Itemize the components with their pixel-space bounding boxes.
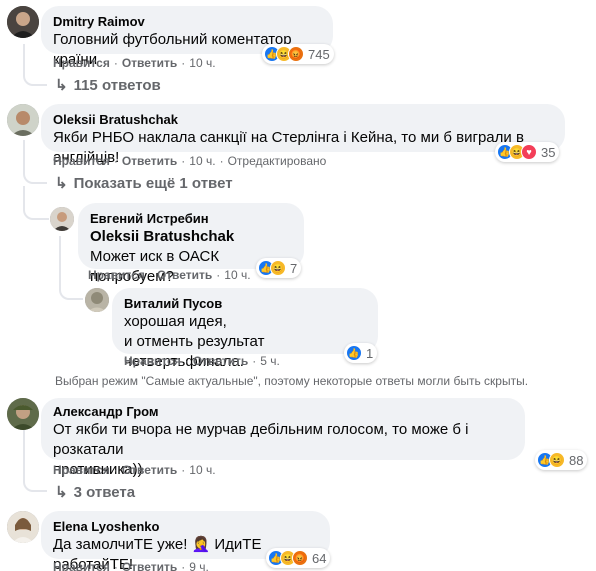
- comment-time[interactable]: 10 ч.: [224, 268, 250, 282]
- reaction-count: 745: [308, 46, 330, 62]
- comment-author[interactable]: Elena Lyoshenko: [53, 519, 318, 535]
- comment-author[interactable]: Oleksii Bratushchak: [53, 112, 553, 128]
- reply-button[interactable]: Ответить: [157, 268, 212, 282]
- comment-actions: Нравится · Ответить · 10 ч.: [53, 56, 216, 70]
- like-button[interactable]: Нравится: [124, 354, 181, 368]
- reply-arrow-icon: ↳: [55, 77, 68, 94]
- avatar[interactable]: [7, 104, 39, 136]
- sort-mode-notice: Выбран режим "Самые актуальные", поэтому…: [55, 374, 529, 388]
- like-button[interactable]: Нравится: [53, 56, 110, 70]
- thread-line: [59, 236, 61, 288]
- reply-button[interactable]: Ответить: [122, 560, 177, 571]
- reaction-count: 1: [366, 345, 374, 361]
- avatar-photo-icon: [50, 207, 74, 231]
- like-button[interactable]: Нравится: [88, 268, 145, 282]
- reaction-count: 7: [290, 260, 298, 276]
- thread-line: [23, 186, 25, 206]
- view-replies-link[interactable]: ↳ 115 ответов: [55, 76, 161, 94]
- avatar-photo-icon: [7, 104, 39, 136]
- avatar[interactable]: [7, 511, 39, 543]
- angry-reaction-icon: 😡: [292, 550, 308, 566]
- comment-bubble: Oleksii Bratushchak Якби РНБО наклала са…: [41, 104, 565, 166]
- reply-button[interactable]: Ответить: [122, 56, 177, 70]
- comment-actions: Нравится · Ответить · 10 ч.: [53, 463, 216, 477]
- comment-actions: Нравится · Ответить · 9 ч.: [53, 559, 209, 571]
- comment-bubble: Виталий Пусов хорошая идея, и отменть ре…: [112, 288, 378, 370]
- comment-author[interactable]: Dmitry Raimov: [53, 14, 321, 30]
- thread-elbow: [23, 204, 49, 220]
- avatar-photo-icon: [7, 511, 39, 543]
- comment-time[interactable]: 10 ч.: [189, 56, 215, 70]
- reply-button[interactable]: Ответить: [193, 354, 248, 368]
- comment-time[interactable]: 5 ч.: [260, 354, 280, 368]
- thread-elbow: [23, 68, 47, 86]
- avatar[interactable]: [50, 207, 74, 231]
- thread-line: [23, 44, 25, 70]
- reaction-summary[interactable]: 👍 😆 ♥ 35: [495, 142, 560, 162]
- avatar[interactable]: [85, 288, 109, 312]
- comment-time[interactable]: 10 ч.: [189, 463, 215, 477]
- comment-time[interactable]: 10 ч.: [189, 154, 215, 168]
- comment-actions: Нравится · Ответить · 5 ч.: [124, 354, 280, 368]
- reply-button[interactable]: Ответить: [122, 154, 177, 168]
- comment-actions: Нравится · Ответить · 10 ч. · Отредактировано: [53, 154, 327, 168]
- like-button[interactable]: Нравится: [53, 463, 110, 477]
- reply-arrow-icon: ↳: [55, 484, 68, 501]
- show-more-replies-link[interactable]: ↳ Показать ещё 1 ответ: [55, 174, 233, 192]
- reaction-summary[interactable]: 👍 1: [344, 343, 378, 363]
- avatar[interactable]: [7, 6, 39, 38]
- avatar-photo-icon: [7, 6, 39, 38]
- view-replies-link[interactable]: ↳ 3 ответа: [55, 483, 135, 501]
- thread-elbow: [23, 166, 47, 184]
- reaction-summary[interactable]: 👍 😆 88: [535, 450, 588, 470]
- thread-line: [23, 430, 25, 474]
- view-replies-label: 115 ответов: [73, 77, 161, 94]
- like-button[interactable]: Нравится: [53, 154, 110, 168]
- angry-reaction-icon: 😡: [288, 46, 304, 62]
- edited-label: Отредактировано: [227, 154, 327, 168]
- comment-author[interactable]: Виталий Пусов: [124, 296, 366, 312]
- haha-reaction-icon: 😆: [549, 452, 565, 468]
- reaction-count: 88: [569, 452, 584, 468]
- like-reaction-icon: 👍: [346, 345, 362, 361]
- thread-elbow: [59, 286, 83, 300]
- reply-arrow-icon: ↳: [55, 175, 68, 192]
- show-more-label: Показать ещё 1 ответ: [73, 175, 233, 192]
- reaction-summary[interactable]: 👍 😆 😡 745: [262, 44, 334, 64]
- view-replies-label: 3 ответа: [73, 484, 136, 501]
- reaction-count: 35: [541, 144, 556, 160]
- comment-actions: Нравится · Ответить · 10 ч.: [88, 268, 251, 282]
- thread-line: [23, 140, 25, 168]
- avatar[interactable]: [7, 398, 39, 430]
- avatar-photo-icon: [85, 288, 109, 312]
- like-button[interactable]: Нравится: [53, 560, 110, 571]
- reaction-count: 64: [312, 550, 327, 566]
- mention-link[interactable]: Oleksii Bratushchak: [90, 227, 292, 247]
- haha-reaction-icon: 😆: [270, 260, 286, 276]
- avatar-photo-icon: [7, 398, 39, 430]
- thread-elbow: [23, 472, 47, 492]
- comment-time[interactable]: 9 ч.: [189, 560, 209, 571]
- reaction-summary[interactable]: 👍 😆 7: [256, 258, 302, 278]
- comment-author[interactable]: Александр Гром: [53, 404, 513, 420]
- reply-button[interactable]: Ответить: [122, 463, 177, 477]
- comment-author[interactable]: Евгений Истребин: [90, 211, 292, 227]
- comment-bubble: Александр Гром От якби ти вчора не мурча…: [41, 398, 525, 478]
- love-reaction-icon: ♥: [521, 144, 537, 160]
- reaction-summary[interactable]: 👍 😆 😡 64: [266, 548, 331, 568]
